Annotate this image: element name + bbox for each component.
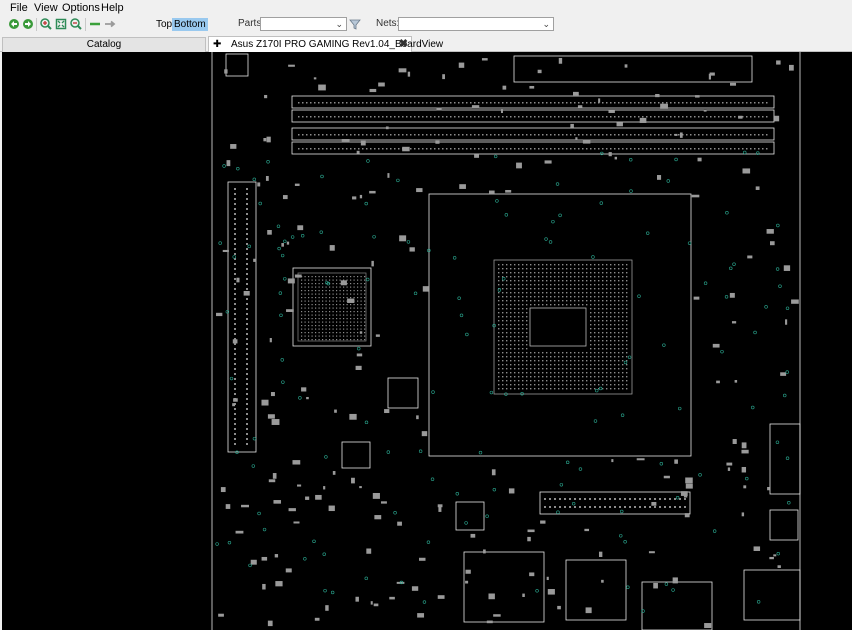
chevron-down-icon: ⌄ [335, 19, 343, 29]
forward-arrow-icon[interactable] [104, 18, 116, 30]
toolbar-separator [85, 18, 86, 31]
menu-help[interactable]: Help [101, 2, 124, 14]
menu-view[interactable]: View [34, 2, 58, 14]
top-connector [513, 55, 753, 83]
menu-bar: File View Options Help [0, 0, 852, 15]
bottom-io-corner [743, 569, 801, 621]
parts-combobox[interactable]: ⌄ [260, 17, 347, 31]
zoom-fit-icon[interactable] [55, 18, 67, 30]
pin-icon[interactable]: ✚ [213, 37, 221, 52]
dimm-slot-1 [291, 95, 775, 109]
bottom-ic [455, 501, 485, 531]
back-arrow-icon[interactable] [89, 18, 101, 30]
right-connector [769, 423, 801, 495]
close-icon[interactable]: ✖ [399, 37, 408, 52]
nets-combobox[interactable]: ⌄ [398, 17, 554, 31]
chevron-down-icon: ⌄ [542, 19, 550, 29]
toolbar: Top Bottom Parts: ⌄ Nets: ⌄ [0, 15, 852, 34]
bottom-io-right [641, 581, 713, 630]
menu-options[interactable]: Options [62, 2, 100, 14]
bottom-io-mid [565, 559, 627, 621]
tab-boardview-title: Asus Z170I PRO GAMING Rev1.04_BoardView [231, 39, 444, 50]
rotate-left-icon[interactable] [8, 18, 20, 30]
rotate-right-icon[interactable] [22, 18, 34, 30]
cpu-socket [428, 193, 692, 457]
board-canvas[interactable] [2, 52, 852, 630]
dimm-slot-2 [291, 109, 775, 123]
nets-label: Nets: [376, 18, 400, 29]
tab-boardview[interactable]: ✚ Asus Z170I PRO GAMING Rev1.04_BoardVie… [208, 36, 443, 52]
menu-file[interactable]: File [10, 2, 28, 14]
zoom-out-icon[interactable] [70, 18, 82, 30]
top-left-button [225, 53, 249, 77]
right-button [769, 509, 799, 541]
toolbar-separator [36, 18, 37, 31]
dimm-slot-3 [291, 127, 775, 141]
left-pin-header [227, 181, 257, 453]
bottom-io-left [463, 551, 545, 623]
board-drawing [211, 52, 801, 630]
bottom-side-button[interactable]: Bottom [172, 18, 208, 31]
mid-ic [341, 441, 371, 469]
pin-pattern [216, 57, 799, 629]
via-pattern [215, 150, 791, 613]
tab-catalog[interactable]: Catalog [2, 37, 206, 52]
cpu-center-pads [529, 307, 587, 347]
zoom-in-icon[interactable] [40, 18, 52, 30]
bottom-header [539, 491, 691, 515]
mid-right-ic [387, 377, 419, 409]
filter-icon[interactable] [349, 18, 361, 30]
